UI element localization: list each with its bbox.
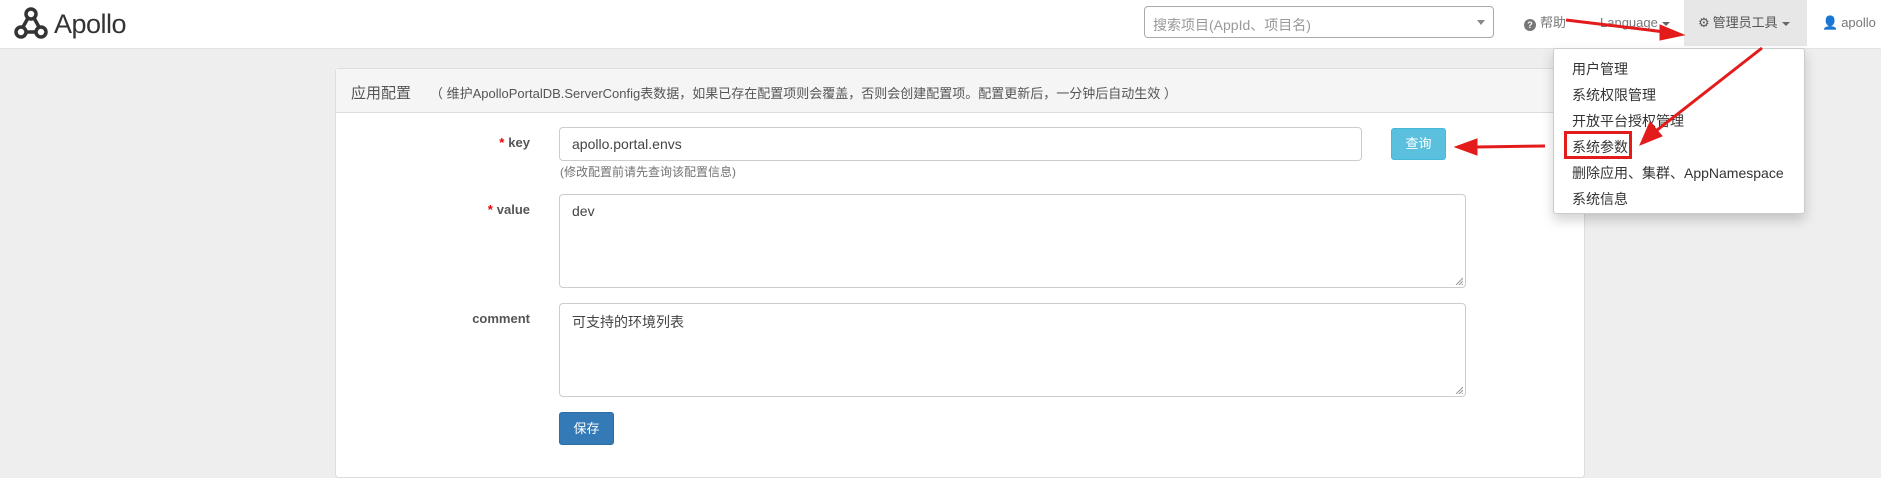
chevron-down-icon: [1477, 20, 1485, 25]
key-input[interactable]: apollo.portal.envs: [559, 127, 1362, 161]
query-button[interactable]: 查询: [1391, 128, 1446, 160]
apollo-logo-icon: [14, 7, 48, 39]
nav-admin-tools-dropdown[interactable]: ⚙ 管理员工具: [1684, 0, 1807, 46]
required-mark: *: [499, 135, 505, 150]
user-icon: 👤: [1822, 15, 1839, 30]
question-circle-icon: ?: [1524, 19, 1536, 31]
comment-label-text: comment: [472, 311, 530, 326]
value-textarea-value: dev: [572, 203, 595, 219]
resize-grip-icon[interactable]: [1455, 386, 1463, 394]
comment-textarea-value: 可支持的环境列表: [572, 314, 684, 330]
menu-item-open-platform-auth[interactable]: 开放平台授权管理: [1572, 111, 1684, 131]
required-mark: *: [487, 202, 493, 217]
nav-user-label: apollo: [1841, 15, 1876, 30]
nav-language-dropdown[interactable]: Language: [1600, 0, 1670, 46]
key-label-text: key: [508, 135, 530, 150]
key-label: * key: [410, 135, 530, 150]
menu-item-delete-app[interactable]: 删除应用、集群、AppNamespace: [1572, 163, 1784, 183]
nav-help-label: 帮助: [1540, 15, 1567, 30]
annotation-highlight-box: [1564, 131, 1632, 159]
nav-language-label: Language: [1600, 15, 1658, 30]
panel-description: （ 维护ApolloPortalDB.ServerConfig表数据，如果已存在…: [430, 86, 1177, 101]
project-search-select[interactable]: 搜索项目(AppId、项目名): [1144, 6, 1494, 38]
key-help-text: (修改配置前请先查询该配置信息): [560, 165, 736, 179]
comment-label: comment: [410, 311, 530, 326]
panel-title: 应用配置: [351, 85, 412, 102]
value-textarea[interactable]: dev: [559, 194, 1466, 288]
comment-textarea[interactable]: 可支持的环境列表: [559, 303, 1466, 397]
brand-logo[interactable]: Apollo: [14, 0, 127, 48]
value-label-text: value: [496, 202, 530, 217]
panel-heading: 应用配置 （ 维护ApolloPortalDB.ServerConfig表数据，…: [336, 69, 1584, 113]
search-placeholder: 搜索项目(AppId、项目名): [1153, 17, 1311, 33]
caret-down-icon: [1661, 21, 1670, 26]
top-navbar: Apollo 搜索项目(AppId、项目名) ? 帮助 Language ⚙ 管理员…: [0, 0, 1881, 49]
nav-help-link[interactable]: ? 帮助: [1524, 0, 1566, 46]
nav-admin-tools-label: 管理员工具: [1712, 15, 1778, 30]
menu-item-user-management[interactable]: 用户管理: [1572, 59, 1628, 79]
value-label: * value: [410, 202, 530, 217]
key-input-value: apollo.portal.envs: [572, 136, 682, 152]
gear-icon: ⚙: [1698, 15, 1710, 30]
save-button[interactable]: 保存: [559, 412, 614, 445]
resize-grip-icon[interactable]: [1455, 277, 1463, 285]
caret-down-icon: [1781, 21, 1790, 26]
brand-name: Apollo: [54, 8, 127, 39]
menu-item-system-info[interactable]: 系统信息: [1572, 189, 1628, 209]
menu-item-system-permission[interactable]: 系统权限管理: [1572, 85, 1656, 105]
nav-user-dropdown[interactable]: 👤 apollo: [1822, 0, 1876, 46]
